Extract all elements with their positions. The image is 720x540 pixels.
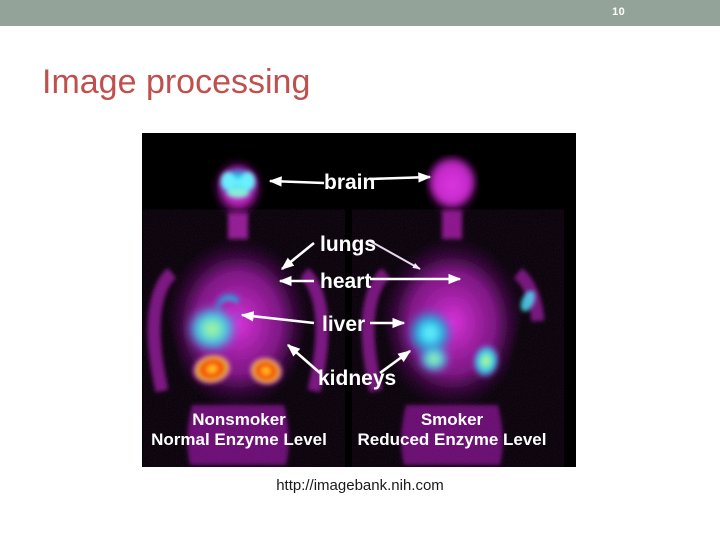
organ-label-heart: heart [320,270,371,293]
pet-scan-image: brain lungs heart liver kidneys Nonsmoke… [142,133,576,467]
panel-subtitle-nonsmoker: Normal Enzyme Level [151,430,327,449]
organ-label-brain: brain [324,171,375,194]
organ-label-lungs: lungs [320,233,376,256]
slide-number: 10 [612,6,625,18]
hotspot-brain-nonsmoker [217,166,259,200]
organ-label-liver: liver [322,313,365,336]
hotspot-brain-smoker [430,159,474,203]
panel-title-nonsmoker: Nonsmoker [192,410,286,429]
panel-subtitle-smoker: Reduced Enzyme Level [358,430,547,449]
organ-label-kidneys: kidneys [318,367,396,390]
panel-title-smoker: Smoker [421,410,484,429]
image-source-caption: http://imagebank.nih.com [276,477,444,494]
hotspot-liver-nonsmoker [184,303,240,355]
page-title: Image processing [42,63,311,101]
pet-scan-figure: brain lungs heart liver kidneys Nonsmoke… [142,133,576,467]
